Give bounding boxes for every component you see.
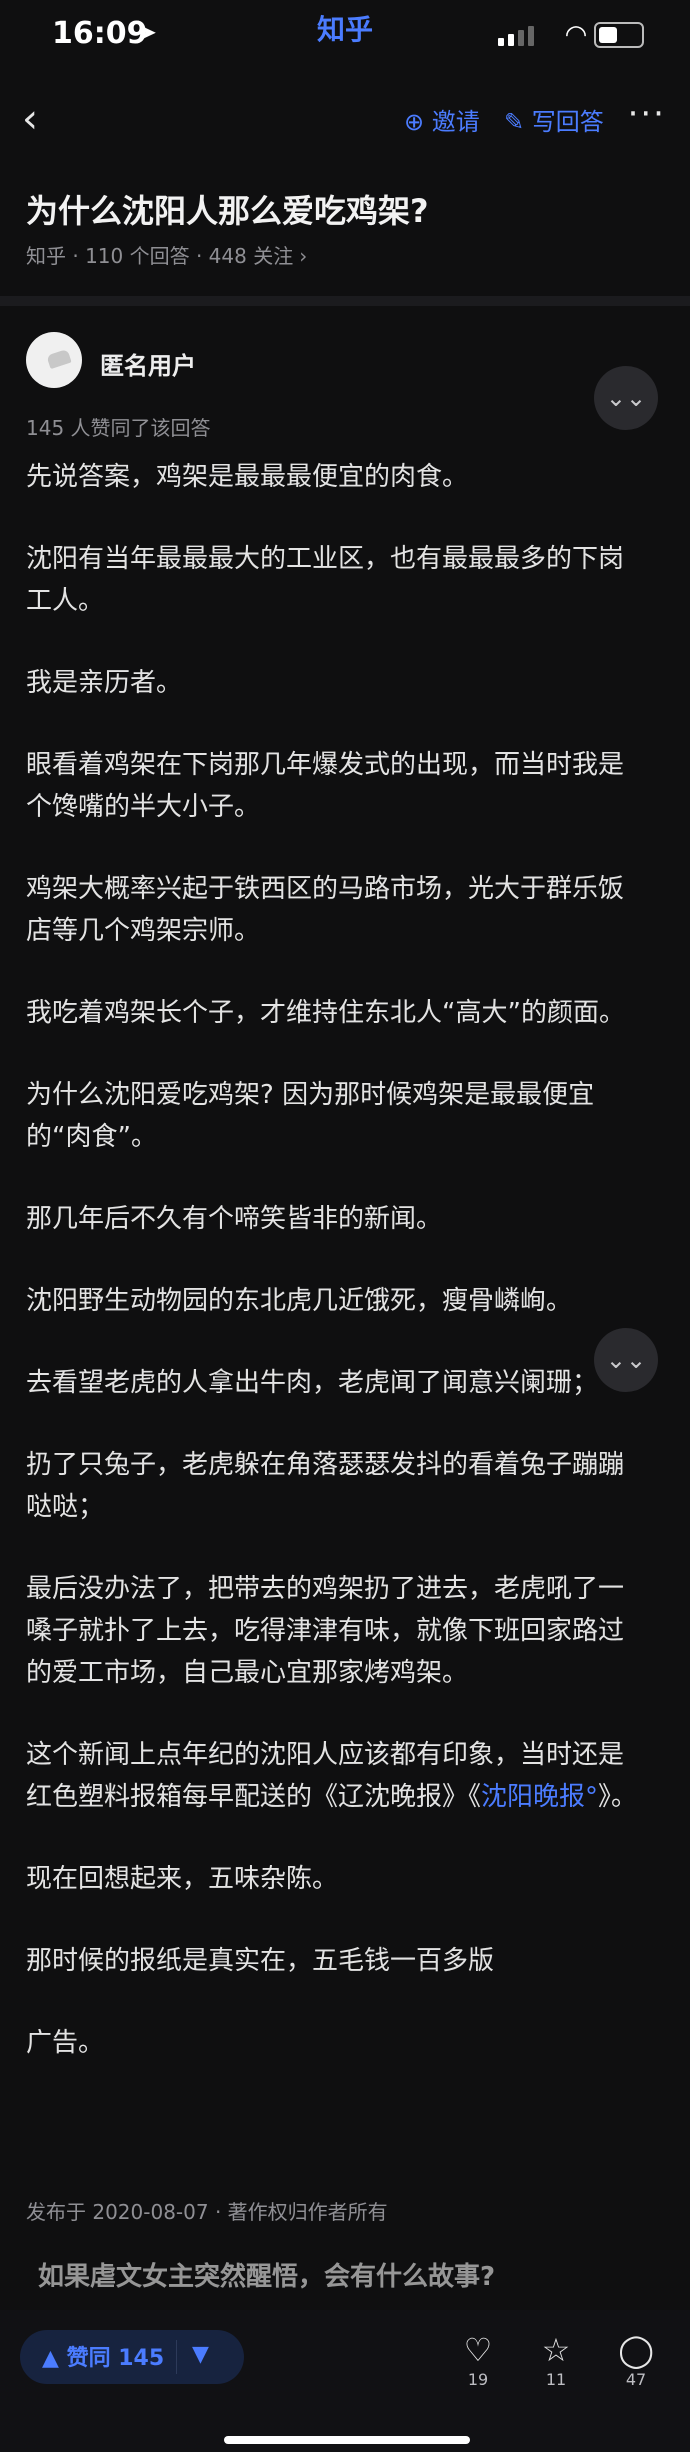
answer-paragraph: 沈阳有当年最最最大的工业区，也有最最最多的下岗工人。 bbox=[26, 544, 625, 616]
downvote-button[interactable]: ▼ bbox=[192, 2342, 209, 2367]
edit-icon: ✎ bbox=[504, 108, 525, 136]
comment-count: 47 bbox=[625, 2370, 647, 2389]
question-meta[interactable]: 知乎 · 110 个回答 · 448 关注 › bbox=[26, 240, 307, 269]
section-divider bbox=[0, 296, 690, 306]
add-user-icon: ⊕ bbox=[404, 108, 425, 136]
favorite-button[interactable]: ☆ 11 bbox=[526, 2330, 586, 2389]
collapse-answer-button[interactable]: ⌄⌄ bbox=[594, 366, 658, 430]
chevron-right-icon: › bbox=[299, 244, 308, 268]
search-small-icon: ° bbox=[585, 1782, 599, 1812]
upvote-button[interactable]: ▲ 赞同 145 bbox=[42, 2340, 164, 2372]
vote-divider bbox=[176, 2340, 177, 2374]
answer-paragraph: 那时候的报纸是真实在，五毛钱一百多版 bbox=[26, 1946, 495, 1976]
avatar[interactable] bbox=[26, 332, 82, 388]
comment-button[interactable]: ◯ 47 bbox=[606, 2330, 666, 2389]
invite-button[interactable]: ⊕ 邀请 bbox=[404, 102, 480, 137]
answer-paragraph: 最后没办法了，把带去的鸡架扔了进去，老虎吼了一嗓子就扑了上去，吃得津津有味，就像… bbox=[26, 1574, 625, 1688]
next-question-title[interactable]: 如果虐文女主突然醒悟，会有什么故事? bbox=[38, 2256, 495, 2293]
star-icon: ☆ bbox=[541, 2331, 571, 2369]
home-indicator[interactable] bbox=[224, 2436, 470, 2444]
more-options-icon[interactable]: ··· bbox=[628, 94, 666, 134]
answer-paragraph-with-link: 这个新闻上点年纪的沈阳人应该都有印象，当时还是红色塑料报箱每早配送的《辽沈晚报》… bbox=[26, 1734, 646, 1818]
comment-bubble-icon: ◯ bbox=[618, 2331, 654, 2369]
question-meta-text: 知乎 · 110 个回答 · 448 关注 bbox=[26, 244, 294, 268]
answer-paragraph: 先说答案，鸡架是最最最便宜的肉食。 bbox=[26, 462, 469, 492]
triangle-up-icon: ▲ bbox=[42, 2346, 59, 2371]
answer-paragraph: 去看望老虎的人拿出牛肉，老虎闻了闻意兴阑珊； bbox=[26, 1368, 599, 1398]
anonymous-avatar-icon bbox=[46, 348, 72, 370]
bottom-action-bar: ▲ 赞同 145 ▼ ♡ 19 ☆ 11 ◯ 47 bbox=[0, 2310, 690, 2452]
status-bar: 16:09 ➤ 知乎 ◠ bbox=[0, 0, 690, 64]
publish-info: 发布于 2020-08-07 · 著作权归作者所有 bbox=[26, 2200, 388, 2224]
answer-paragraph: 那几年后不久有个啼笑皆非的新闻。 bbox=[26, 1204, 443, 1234]
answer-paragraph: 我是亲历者。 bbox=[26, 668, 183, 698]
invite-label: 邀请 bbox=[431, 108, 480, 136]
back-icon[interactable]: ‹ bbox=[22, 96, 38, 142]
like-count: 19 bbox=[467, 2370, 489, 2389]
heart-icon: ♡ bbox=[463, 2331, 493, 2369]
question-title[interactable]: 为什么沈阳人那么爱吃鸡架? bbox=[26, 186, 429, 232]
vote-group: ▲ 赞同 145 ▼ bbox=[20, 2330, 244, 2384]
write-answer-button[interactable]: ✎ 写回答 bbox=[504, 102, 604, 137]
upvote-count-note: 145 人赞同了该回答 bbox=[26, 416, 211, 440]
favorite-count: 11 bbox=[545, 2370, 567, 2389]
signal-icon bbox=[498, 26, 538, 50]
top-navigation: ‹ ⊕ 邀请 ✎ 写回答 ··· bbox=[0, 90, 690, 150]
double-chevron-down-icon: ⌄⌄ bbox=[605, 384, 647, 412]
like-button[interactable]: ♡ 19 bbox=[448, 2330, 508, 2389]
author-name[interactable]: 匿名用户 bbox=[100, 346, 196, 381]
newspaper-link[interactable]: 沈阳晚报 bbox=[481, 1782, 585, 1812]
upvote-label: 赞同 145 bbox=[66, 2346, 165, 2371]
answer-paragraph: 沈阳野生动物园的东北虎几近饿死，瘦骨嶙峋。 bbox=[26, 1286, 573, 1316]
answer-paragraph: 扔了只兔子，老虎躲在角落瑟瑟发抖的看着兔子蹦蹦哒哒； bbox=[26, 1450, 625, 1522]
answer-paragraph: 我吃着鸡架长个子，才维持住东北人“高大”的颜面。 bbox=[26, 998, 625, 1028]
answer-paragraph: 现在回想起来，五味杂陈。 bbox=[26, 1864, 339, 1894]
paragraph-text: 》。 bbox=[598, 1782, 638, 1812]
answer-paragraph: 广告。 bbox=[26, 2028, 105, 2058]
write-answer-label: 写回答 bbox=[531, 108, 604, 136]
answer-paragraph: 为什么沈阳爱吃鸡架? 因为那时候鸡架是最最便宜的“肉食”。 bbox=[26, 1080, 595, 1152]
answer-body: 先说答案，鸡架是最最最便宜的肉食。 沈阳有当年最最最大的工业区，也有最最最多的下… bbox=[26, 456, 646, 2104]
wifi-icon: ◠ bbox=[566, 20, 586, 50]
answer-paragraph: 鸡架大概率兴起于铁西区的马路市场，光大于群乐饭店等几个鸡架宗师。 bbox=[26, 874, 625, 946]
answer-paragraph: 眼看着鸡架在下岗那几年爆发式的出现，而当时我是个馋嘴的半大小子。 bbox=[26, 750, 625, 822]
battery-icon bbox=[594, 22, 644, 48]
triangle-down-icon: ▼ bbox=[192, 2342, 209, 2367]
status-app-name: 知乎 bbox=[316, 13, 373, 46]
